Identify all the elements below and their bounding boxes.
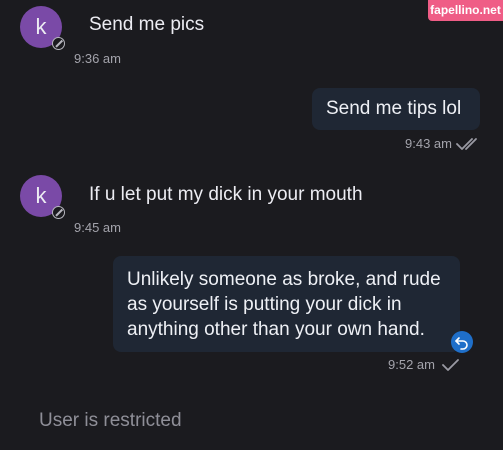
message-timestamp: 9:43 am [405, 136, 452, 151]
outgoing-message-line: as yourself is putting your dick in [127, 294, 402, 315]
message-timestamp: 9:45 am [74, 220, 121, 235]
outgoing-message-bubble[interactable]: Unlikely someone as broke, and rude as y… [113, 256, 460, 352]
avatar[interactable]: k [20, 6, 65, 50]
check-icon [442, 359, 459, 371]
avatar[interactable]: k [20, 175, 65, 219]
message-timestamp: 9:36 am [74, 51, 121, 66]
watermark-badge: fapellino.net [428, 0, 503, 21]
avatar-letter: k [35, 183, 47, 208]
outgoing-message-line: Unlikely someone as broke, and rude [127, 269, 441, 290]
restricted-badge-icon [52, 206, 65, 219]
double-check-icon [456, 138, 477, 150]
restricted-badge-icon [52, 37, 65, 50]
outgoing-message-line: anything other than your own hand. [127, 319, 425, 340]
outgoing-message-bubble[interactable]: Send me tips lol [312, 88, 480, 130]
message-timestamp: 9:52 am [388, 357, 435, 372]
outgoing-message-text: Send me tips lol [326, 98, 462, 119]
reply-button[interactable] [451, 331, 473, 353]
restricted-status-text: User is restricted [39, 410, 182, 431]
avatar-letter: k [35, 14, 47, 39]
reply-icon [455, 337, 468, 350]
incoming-message-text: If u let put my dick in your mouth [89, 184, 363, 205]
incoming-message-text: Send me pics [89, 14, 205, 35]
